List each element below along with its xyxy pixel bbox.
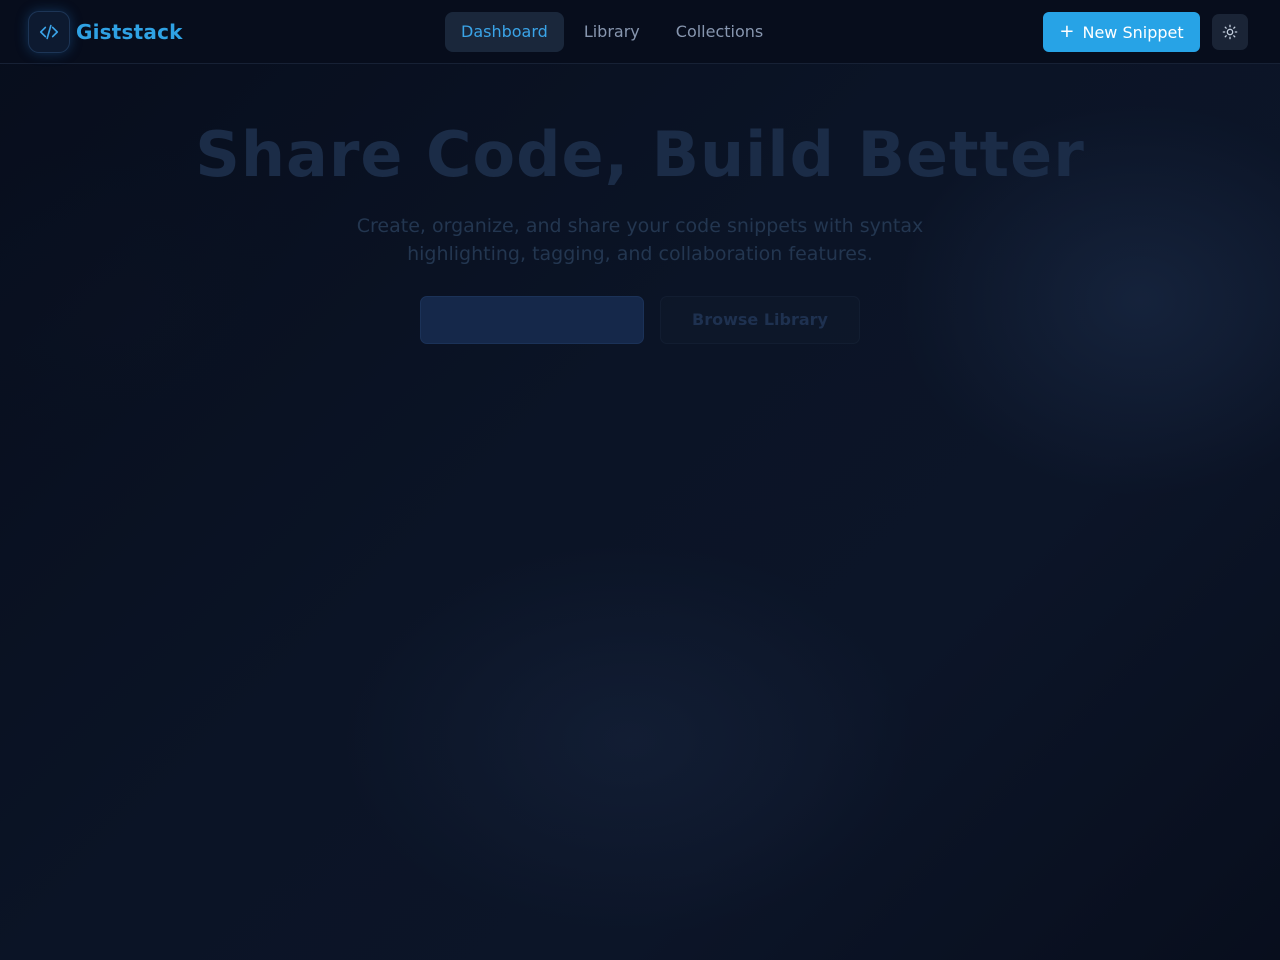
app-page: Giststack Dashboard Library Collections … (0, 0, 1280, 960)
nav-item-collections[interactable]: Collections (660, 12, 779, 52)
sun-icon (1222, 24, 1238, 40)
hero-subtitle: Create, organize, and share your code sn… (356, 215, 924, 265)
hero-actions: Browse Library (420, 296, 860, 344)
nav-item-library[interactable]: Library (568, 12, 656, 52)
new-snippet-label: New Snippet (1082, 22, 1184, 42)
theme-toggle-button[interactable] (1212, 14, 1248, 50)
browse-library-button[interactable]: Browse Library (660, 296, 860, 344)
hero-title: Share Code, Build Better (195, 118, 1085, 191)
plus-icon: + (1059, 21, 1075, 42)
new-snippet-button[interactable]: + New Snippet (1043, 12, 1200, 52)
hero-section: Share Code, Build Better Create, organiz… (0, 64, 1280, 344)
brand-link[interactable]: Giststack (28, 10, 183, 54)
code-logo-icon (28, 11, 70, 53)
brand-name: Giststack (76, 20, 183, 44)
main-nav: Dashboard Library Collections (445, 12, 783, 52)
top-header: Giststack Dashboard Library Collections … (0, 0, 1280, 64)
get-started-button[interactable] (420, 296, 644, 344)
nav-item-dashboard[interactable]: Dashboard (445, 12, 564, 52)
background-glow (250, 480, 1010, 960)
